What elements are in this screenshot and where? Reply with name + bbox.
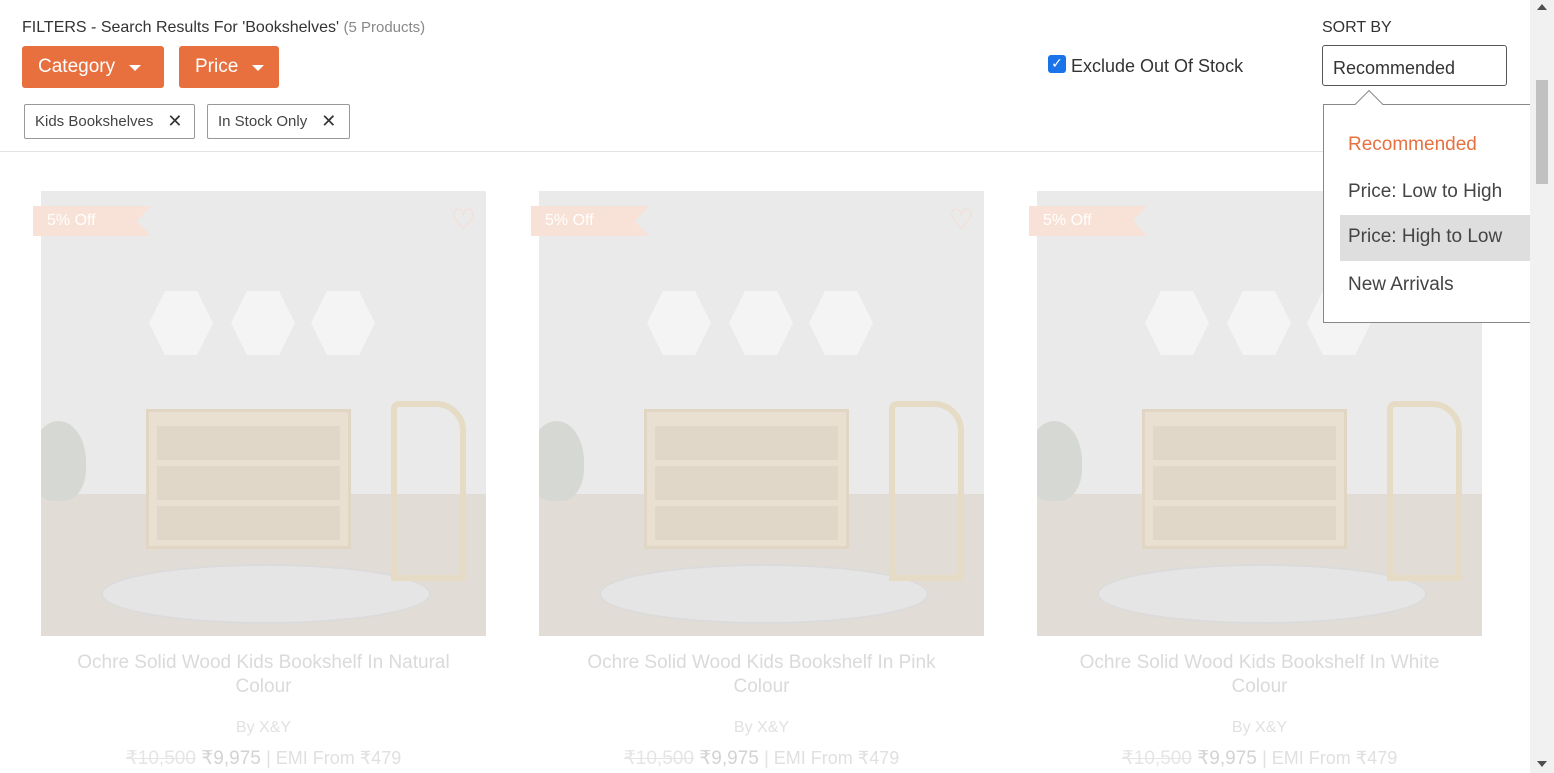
sale-price: ₹9,975 bbox=[699, 748, 759, 769]
emi-text: | EMI From ₹479 bbox=[1262, 748, 1397, 768]
discount-badge: 5% Off bbox=[33, 206, 151, 236]
filters-title-text: FILTERS - Search Results For 'Bookshelve… bbox=[22, 19, 339, 36]
sale-price: ₹9,975 bbox=[1197, 748, 1257, 769]
category-filter-label: Category bbox=[38, 56, 115, 78]
filter-chip-in-stock-only: In Stock Only ✕ bbox=[207, 104, 350, 139]
sort-by-label: SORT BY bbox=[1322, 19, 1392, 37]
heart-icon[interactable]: ♡ bbox=[949, 203, 974, 236]
filter-bar: FILTERS - Search Results For 'Bookshelve… bbox=[0, 0, 1530, 152]
product-price: ₹10,500 ₹9,975 | EMI From ₹479 bbox=[1037, 747, 1482, 770]
sale-price: ₹9,975 bbox=[201, 748, 261, 769]
filter-chip-kids-bookshelves: Kids Bookshelves ✕ bbox=[24, 104, 195, 139]
product-brand[interactable]: By X&Y bbox=[41, 719, 486, 737]
product-price: ₹10,500 ₹9,975 | EMI From ₹479 bbox=[41, 747, 486, 770]
product-name[interactable]: Ochre Solid Wood Kids Bookshelf In Pink … bbox=[539, 651, 984, 699]
product-card[interactable]: 5% Off ♡ Ochre Solid Wood Kids Bookshelf… bbox=[41, 191, 486, 770]
sort-dropdown-menu: Recommended Price: Low to High Price: Hi… bbox=[1323, 104, 1530, 323]
product-grid: 5% Off ♡ Ochre Solid Wood Kids Bookshelf… bbox=[0, 153, 1530, 773]
scroll-up-icon[interactable] bbox=[1537, 4, 1547, 10]
product-name[interactable]: Ochre Solid Wood Kids Bookshelf In Natur… bbox=[41, 651, 486, 699]
vertical-scrollbar[interactable] bbox=[1530, 0, 1554, 773]
product-name[interactable]: Ochre Solid Wood Kids Bookshelf In White… bbox=[1037, 651, 1482, 699]
chip-label: Kids Bookshelves bbox=[35, 113, 153, 130]
discount-badge: 5% Off bbox=[531, 206, 649, 236]
exclude-out-of-stock-label: Exclude Out Of Stock bbox=[1071, 56, 1243, 77]
exclude-out-of-stock[interactable]: ✓ Exclude Out Of Stock bbox=[1048, 56, 1243, 77]
sort-select[interactable]: Recommended bbox=[1322, 45, 1507, 86]
original-price: ₹10,500 bbox=[126, 748, 196, 769]
sort-option-new-arrivals[interactable]: New Arrivals bbox=[1340, 263, 1530, 309]
discount-badge: 5% Off bbox=[1029, 206, 1147, 236]
product-card[interactable]: 5% Off ♡ Ochre Solid Wood Kids Bookshelf… bbox=[539, 191, 984, 770]
caret-down-icon bbox=[252, 65, 264, 71]
scrollbar-thumb[interactable] bbox=[1536, 80, 1548, 184]
original-price: ₹10,500 bbox=[1122, 748, 1192, 769]
close-icon[interactable]: ✕ bbox=[167, 111, 182, 132]
sort-option-price-high-low[interactable]: Price: High to Low bbox=[1340, 215, 1530, 261]
caret-down-icon bbox=[129, 65, 141, 71]
chip-label: In Stock Only bbox=[218, 113, 307, 130]
product-brand[interactable]: By X&Y bbox=[539, 719, 984, 737]
emi-text: | EMI From ₹479 bbox=[764, 748, 899, 768]
sort-option-price-low-high[interactable]: Price: Low to High bbox=[1340, 170, 1530, 216]
price-filter-button[interactable]: Price bbox=[179, 46, 279, 88]
exclude-out-of-stock-checkbox[interactable]: ✓ bbox=[1048, 55, 1066, 73]
filters-title: FILTERS - Search Results For 'Bookshelve… bbox=[22, 19, 425, 37]
product-image[interactable] bbox=[539, 191, 984, 636]
scroll-down-icon[interactable] bbox=[1537, 761, 1547, 767]
product-image[interactable] bbox=[41, 191, 486, 636]
emi-text: | EMI From ₹479 bbox=[266, 748, 401, 768]
price-filter-label: Price bbox=[195, 56, 238, 78]
heart-icon[interactable]: ♡ bbox=[451, 203, 476, 236]
product-price: ₹10,500 ₹9,975 | EMI From ₹479 bbox=[539, 747, 984, 770]
original-price: ₹10,500 bbox=[624, 748, 694, 769]
product-count: (5 Products) bbox=[343, 19, 425, 36]
product-brand[interactable]: By X&Y bbox=[1037, 719, 1482, 737]
close-icon[interactable]: ✕ bbox=[321, 111, 336, 132]
sort-option-recommended[interactable]: Recommended bbox=[1340, 123, 1530, 169]
category-filter-button[interactable]: Category bbox=[22, 46, 164, 88]
